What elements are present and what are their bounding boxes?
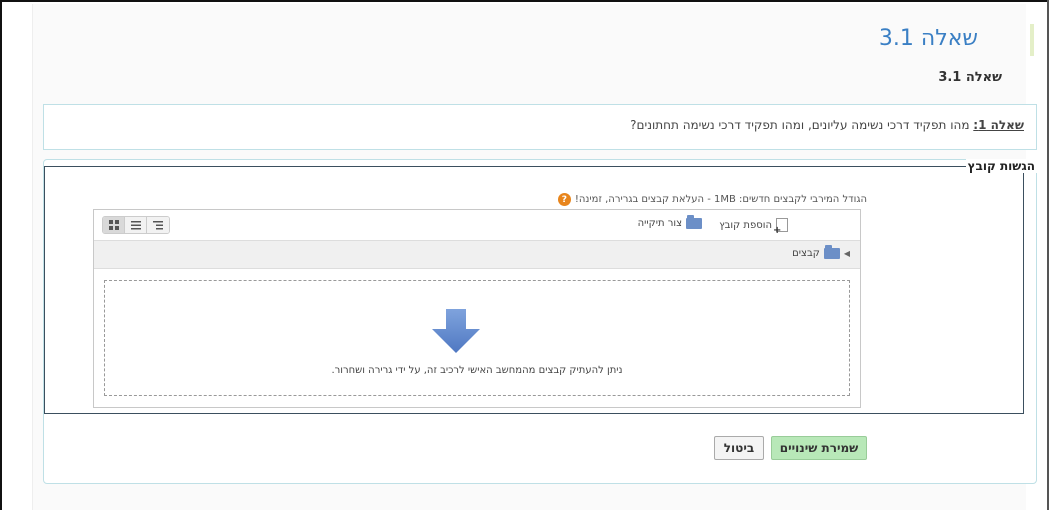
list-icon [130,221,141,230]
question-body: מהו תפקיד דרכי נשימה עליונים, ומהו תפקיד… [630,118,974,132]
file-drop-zone[interactable]: ניתן להעתיק קבצים מהמחשב האישי לרכיב זה,… [104,280,850,396]
view-tree-button[interactable] [147,217,169,233]
page-title: שאלה 3.1 [878,26,978,51]
path-root-folder[interactable]: ◀ קבצים [792,245,850,259]
create-folder-label: צור תיקייה [637,218,682,229]
help-icon[interactable]: ? [557,193,571,206]
save-changes-button[interactable]: שמירת שינויים [771,436,867,460]
add-file-button[interactable]: הוספת קובץ [719,218,788,236]
file-manager-path: ◀ קבצים [94,241,860,269]
right-accent-strip [1030,24,1034,56]
submission-panel: הגשות קובץ הגודל המירבי לקבצים חדשים: 1M… [43,159,1037,484]
fieldset-legend: הגשות קובץ [965,159,1037,173]
view-list-button[interactable] [125,217,147,233]
cancel-button[interactable]: ביטול [714,436,764,460]
window-left-border [0,0,2,510]
page-subtitle: שאלה 3.1 [938,70,1002,85]
main-content: שאלה 3.1 שאלה 3.1 שאלה 1: מהו תפקיד דרכי… [32,4,1037,510]
create-folder-button[interactable]: צור תיקייה [637,215,702,229]
file-submission-fieldset: הגשות קובץ הגודל המירבי לקבצים חדשים: 1M… [44,159,1037,414]
size-note-text: הגודל המירבי לקבצים חדשים: 1MB - העלאת ק… [574,194,867,205]
view-icons-button[interactable] [103,217,125,233]
question-label: שאלה 1: [973,118,1024,132]
download-arrow-icon [432,309,480,353]
grid-icon [108,220,119,230]
drop-zone-text: ניתן להעתיק קבצים מהמחשב האישי לרכיב זה,… [331,365,623,376]
question-box: שאלה 1: מהו תפקיד דרכי נשימה עליונים, ומ… [43,104,1037,150]
add-file-label: הוספת קובץ [719,219,772,231]
view-mode-group [102,216,170,234]
new-folder-icon [686,215,702,229]
window-top-border [0,0,1049,2]
file-manager-toolbar: הוספת קובץ צור תיקייה [94,210,860,241]
add-file-icon [773,218,788,236]
size-note: הגודל המירבי לקבצים חדשים: 1MB - העלאת ק… [557,193,867,206]
chevron-left-icon: ◀ [843,249,850,258]
tree-icon [153,221,163,230]
file-manager: הוספת קובץ צור תיקייה [93,209,861,408]
folder-icon [823,245,840,259]
question-text: שאלה 1: מהו תפקיד דרכי נשימה עליונים, ומ… [630,118,1024,132]
path-folder-label: קבצים [792,248,820,259]
